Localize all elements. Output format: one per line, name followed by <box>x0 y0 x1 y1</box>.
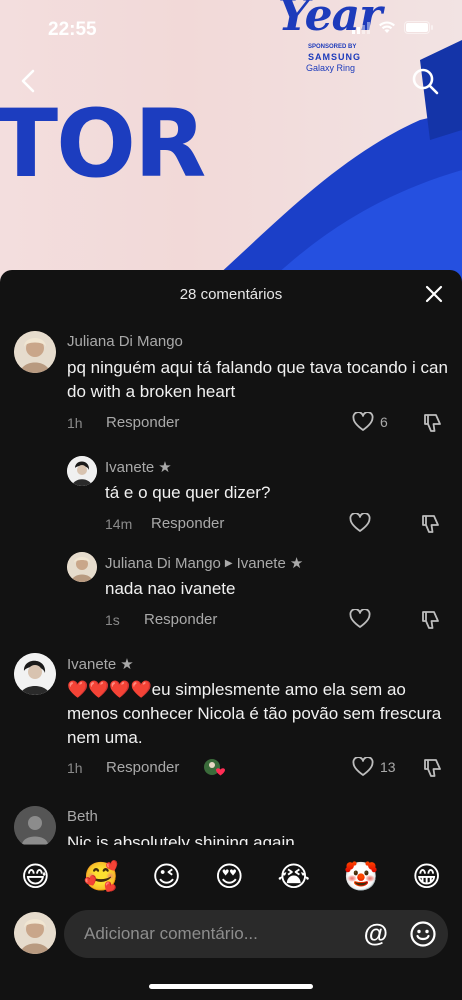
search-icon[interactable] <box>410 66 440 96</box>
dislike-icon[interactable] <box>421 756 445 780</box>
emoji-button[interactable]: 😉 <box>152 863 181 891</box>
reply-arrow-icon: ▶ <box>224 557 233 569</box>
status-icons <box>352 21 434 34</box>
comment-text: ❤️❤️❤️❤️eu simplesmente amo ela sem ao m… <box>67 680 442 747</box>
sheet-header: 28 comentários <box>0 270 462 320</box>
star-icon: ★ <box>158 459 172 476</box>
avatar[interactable] <box>14 653 56 695</box>
comment-username[interactable]: Beth <box>67 808 98 825</box>
like-count: 6 <box>380 414 388 430</box>
comment-time: 1s <box>105 612 120 628</box>
reply-button[interactable]: Responder <box>106 759 179 776</box>
comment-time: 1h <box>67 415 83 431</box>
like-button[interactable] <box>349 609 371 629</box>
signal-icon <box>352 21 370 34</box>
heart-outline-icon <box>352 757 374 776</box>
reply-to-username: Ivanete <box>236 554 286 572</box>
comment-username[interactable]: Juliana Di Mango ▶ Ivanete ★ <box>105 554 304 573</box>
dislike-icon[interactable] <box>419 608 443 632</box>
back-button[interactable] <box>14 66 44 96</box>
comment-text: tá e o que quer dizer? <box>105 483 271 502</box>
reply-button[interactable]: Responder <box>151 515 224 532</box>
emoji-quick-bar: 😅 🥰 😉 😍 😭 🤡 😁 <box>0 855 462 899</box>
heart-outline-icon <box>349 513 371 532</box>
emoji-button[interactable]: 🥰 <box>84 863 119 891</box>
status-bar: 22:55 <box>0 0 462 60</box>
avatar[interactable] <box>67 552 97 582</box>
battery-icon <box>404 21 433 34</box>
comment-text: nada nao ivanete <box>105 579 236 598</box>
comment-username[interactable]: Ivanete ★ <box>105 458 172 477</box>
heart-outline-icon <box>352 412 374 431</box>
dislike-icon[interactable] <box>419 512 443 536</box>
dislike-icon[interactable] <box>421 411 445 435</box>
avatar[interactable] <box>67 456 97 486</box>
comment-text: Nic is absolutely shining again <box>67 833 295 845</box>
like-button[interactable] <box>349 513 371 533</box>
current-user-avatar <box>14 912 56 954</box>
heart-emojis: ❤️❤️❤️❤️ <box>67 680 152 699</box>
home-indicator <box>149 984 313 989</box>
avatar[interactable] <box>14 331 56 373</box>
reply-button[interactable]: Responder <box>106 414 179 431</box>
star-icon: ★ <box>289 555 304 572</box>
mention-button[interactable]: @ <box>364 920 388 949</box>
comment-composer: @ <box>0 908 462 958</box>
avatar-placeholder[interactable] <box>14 806 56 845</box>
emoji-button[interactable]: 😁 <box>412 863 441 891</box>
comment-time: 1h <box>67 760 83 776</box>
reply-button[interactable]: Responder <box>144 611 217 628</box>
comment-username[interactable]: Juliana Di Mango <box>67 333 183 350</box>
emoji-button[interactable]: 😭 <box>277 863 310 891</box>
wifi-icon <box>379 21 395 33</box>
status-time: 22:55 <box>48 19 97 40</box>
like-count: 13 <box>380 759 396 775</box>
emoji-button[interactable]: 🤡 <box>344 863 379 891</box>
emoji-button[interactable]: 😍 <box>215 863 244 891</box>
background-big-text: TOR <box>0 90 206 199</box>
comment-clip: Beth Nic is absolutely shining again <box>0 800 462 845</box>
star-icon: ★ <box>120 656 134 673</box>
comment-time: 14m <box>105 516 133 532</box>
emoji-button[interactable]: 😅 <box>21 863 50 891</box>
comment-count-title: 28 comentários <box>179 286 283 303</box>
like-button[interactable]: 6 <box>352 412 388 432</box>
heart-outline-icon <box>349 609 371 628</box>
emoji-picker-icon[interactable] <box>410 921 436 947</box>
comment-input-box[interactable]: @ <box>64 910 448 958</box>
like-button[interactable]: 13 <box>352 757 396 777</box>
close-icon[interactable] <box>424 284 444 304</box>
comment-username[interactable]: Ivanete ★ <box>67 655 134 674</box>
comment-text: pq ninguém aqui tá falando que tava toca… <box>67 358 448 401</box>
comment-input[interactable] <box>84 924 354 944</box>
creator-liked-badge <box>203 758 227 778</box>
